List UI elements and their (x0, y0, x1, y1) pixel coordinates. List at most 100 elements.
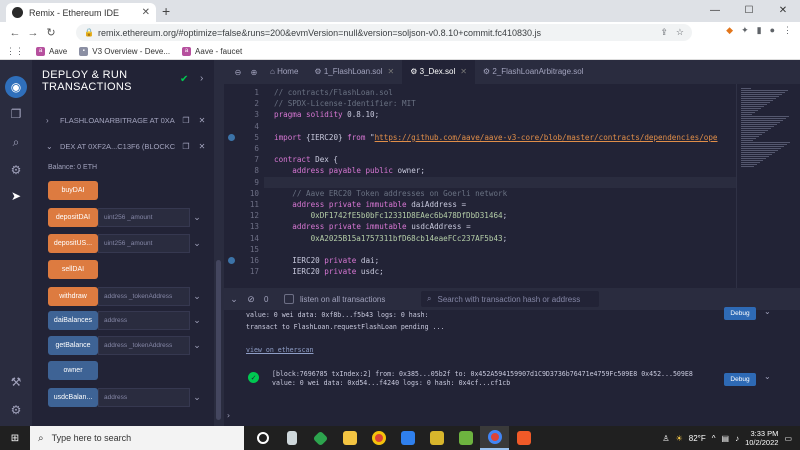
chrome-active-icon[interactable] (480, 426, 509, 450)
function-button-daibalances[interactable]: daiBalances (48, 311, 98, 330)
function-input-withdraw[interactable]: address _tokenAddress (98, 287, 190, 306)
file-explorer-icon[interactable]: ❐ (8, 106, 24, 122)
code-editor[interactable]: 1 2 3 4 5 6 7 8 9 10 11 12 13 14 15 16 17 // contracts/F… (224, 84, 736, 288)
bookmark-v3-overview[interactable]: ▪ V3 Overview - Deve... (79, 46, 170, 56)
url-field[interactable]: 🔒 remix.ethereum.org/#optimize=false&run… (76, 24, 692, 41)
puzzle-icon[interactable]: ✦ (741, 25, 749, 36)
panel-scrollbar[interactable] (214, 60, 224, 426)
notification-icon[interactable]: ▭ (784, 434, 792, 443)
bookmark-star-icon[interactable]: ☆ (676, 27, 684, 38)
tab-flashloanarbitrage[interactable]: ⚙ 2_FlashLoanArbitrage.sol (475, 60, 592, 84)
people-icon[interactable]: ♙ (662, 434, 669, 443)
windows-start-icon[interactable]: ⊞ (0, 433, 30, 444)
browser-tab[interactable]: Remix - Ethereum IDE ✕ (6, 3, 156, 22)
weather-icon[interactable]: ☀ (676, 434, 683, 443)
tab-flashloan[interactable]: ⚙ 1_FlashLoan.sol ✕ (306, 60, 402, 84)
deploy-run-icon[interactable]: ➤ (8, 188, 24, 204)
debug-button[interactable]: Debug (724, 307, 756, 320)
network-icon[interactable]: ▤ (722, 434, 730, 443)
minimize-icon[interactable]: — (698, 0, 732, 22)
function-button-depositdai[interactable]: depositDAI (48, 208, 98, 227)
chevron-down-icon[interactable]: ⌄ (190, 287, 204, 306)
metamask-icon[interactable]: ◆ (726, 25, 733, 36)
function-button-buydai[interactable]: buyDAI (48, 181, 98, 200)
chevron-down-icon[interactable]: ⌄ (46, 142, 60, 151)
terminal-search-input[interactable]: ⌕ Search with transaction hash or addres… (421, 291, 599, 307)
taskbar-search[interactable]: ⌕ Type here to search (30, 426, 244, 450)
profile-icon[interactable]: ● (770, 25, 775, 36)
chevron-down-icon[interactable]: ⌄ (190, 388, 204, 407)
close-icon[interactable]: ✕ (194, 116, 210, 125)
close-window-icon[interactable]: ✕ (766, 0, 800, 22)
zoom-out-icon[interactable]: ⊖ (230, 68, 246, 77)
breakpoint-marker[interactable] (228, 257, 235, 264)
sidepanel-icon[interactable]: ▮ (757, 25, 762, 36)
chevron-down-icon[interactable]: ⌄ (764, 307, 771, 316)
apps-grid-icon[interactable]: ⋮⋮ (6, 46, 24, 57)
solidity-compiler-icon[interactable]: ⚙ (8, 162, 24, 178)
function-input-daibalances[interactable]: address (98, 311, 190, 330)
close-icon[interactable]: ✕ (460, 67, 467, 76)
app-icon[interactable] (509, 426, 538, 450)
chevron-up-icon[interactable]: ^ (712, 434, 716, 443)
chevron-right-icon[interactable]: › (200, 73, 203, 84)
maximize-icon[interactable]: ☐ (732, 0, 766, 22)
function-button-depositusdc[interactable]: depositUS... (48, 234, 98, 253)
settings-gear-icon[interactable]: ⚙ (8, 402, 24, 418)
debug-button[interactable]: Debug (724, 373, 756, 386)
chrome-icon[interactable] (364, 426, 393, 450)
close-tab-icon[interactable]: ✕ (142, 7, 150, 18)
function-input-depositusdc[interactable]: uint256 _amount (98, 234, 190, 253)
terminal-prompt-icon[interactable]: › (226, 411, 231, 420)
deployed-contract-flashloanarbitrage[interactable]: › FLASHLOANARBITRAGE AT 0XA ❐ ✕ (46, 113, 210, 127)
function-input-depositdai[interactable]: uint256 _amount (98, 208, 190, 227)
terminal-app-icon[interactable] (422, 426, 451, 450)
tab-home[interactable]: ⌂ Home (262, 60, 306, 84)
menu-dots-icon[interactable]: ⋮ (783, 25, 792, 36)
zoom-in-icon[interactable]: ⊕ (246, 68, 262, 77)
chevron-down-icon[interactable]: ⌄ (190, 336, 204, 355)
widgets-icon[interactable] (277, 426, 306, 450)
chevron-down-icon[interactable]: ⌄ (227, 294, 241, 305)
app-icon[interactable] (451, 426, 480, 450)
function-input-usdcbalances[interactable]: address (98, 388, 190, 407)
plugin-manager-icon[interactable]: ⚒ (8, 374, 24, 390)
search-icon[interactable]: ⌕ (8, 134, 24, 150)
breakpoint-marker[interactable] (228, 133, 235, 141)
share-icon[interactable]: ⇪ (660, 27, 668, 38)
listen-checkbox[interactable] (284, 294, 294, 304)
reload-icon[interactable]: ↻ (42, 26, 60, 39)
remix-logo-icon[interactable]: ◉ (5, 76, 27, 98)
copy-icon[interactable]: ❐ (178, 116, 194, 125)
volume-icon[interactable]: ♪ (735, 434, 739, 443)
back-icon[interactable]: ← (6, 27, 24, 39)
app-icon[interactable] (306, 426, 335, 450)
chevron-right-icon[interactable]: › (46, 116, 60, 125)
chevron-down-icon[interactable]: ⌄ (190, 311, 204, 330)
task-view-icon[interactable] (248, 426, 277, 450)
function-button-usdcbalances[interactable]: usdcBalan... (48, 388, 98, 407)
minimap[interactable] (736, 84, 800, 288)
chevron-down-icon[interactable]: ⌄ (190, 234, 204, 253)
forward-icon[interactable]: → (24, 27, 42, 39)
close-icon[interactable]: ✕ (388, 67, 395, 76)
function-button-getbalance[interactable]: getBalance (48, 336, 98, 355)
function-button-selldai[interactable]: sellDAI (48, 260, 98, 279)
chevron-down-icon[interactable]: ⌄ (190, 208, 204, 227)
vscode-icon[interactable] (393, 426, 422, 450)
clock[interactable]: 3:33 PM 10/2/2022 (745, 429, 778, 447)
temperature[interactable]: 82°F (689, 434, 706, 443)
file-explorer-icon[interactable] (335, 426, 364, 450)
function-input-getbalance[interactable]: address _tokenAddress (98, 336, 190, 355)
etherscan-link[interactable]: view on etherscan (246, 346, 314, 355)
tab-dex[interactable]: ⚙ 3_Dex.sol ✕ (402, 60, 475, 84)
bookmark-aave[interactable]: a Aave (36, 46, 67, 56)
deployed-contract-dex[interactable]: ⌄ DEX AT 0XF2A...C13F6 (BLOCKC ❐ ✕ (46, 139, 210, 153)
new-tab-button[interactable]: + (162, 3, 170, 19)
clear-icon[interactable]: ⊘ (244, 294, 258, 305)
function-button-owner[interactable]: owner (48, 361, 98, 380)
close-icon[interactable]: ✕ (194, 142, 210, 151)
bookmark-faucet[interactable]: a Aave - faucet (182, 46, 242, 56)
lock-icon[interactable]: 🔒 (84, 28, 94, 37)
chevron-down-icon[interactable]: ⌄ (764, 372, 771, 381)
